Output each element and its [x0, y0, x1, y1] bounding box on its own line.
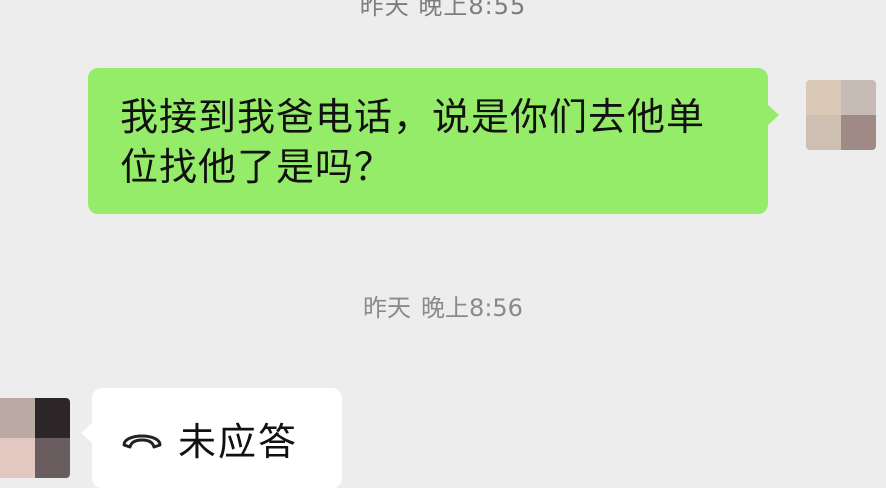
top-timestamp: 昨天 晚上8:55: [359, 0, 527, 20]
outgoing-message-text: 我接到我爸电话，说是你们去他单位找他了是吗？: [120, 95, 706, 189]
chat-area: 昨天 晚上8:55 我接到我爸电话，说是你们去他单位找他了是吗？ 昨天 晚上8:5…: [0, 0, 886, 488]
timestamp-time: 晚上8:56: [421, 294, 523, 322]
timestamp-day: 昨天: [363, 294, 412, 322]
message-timestamp: 昨天 晚上8:56: [0, 288, 886, 323]
outgoing-message-bubble[interactable]: 我接到我爸电话，说是你们去他单位找他了是吗？: [88, 68, 779, 214]
contact-avatar[interactable]: [0, 398, 70, 478]
phone-hangup-icon: [120, 423, 164, 453]
missed-call-label: 未应答: [178, 419, 299, 464]
my-avatar[interactable]: [806, 80, 876, 150]
missed-call-bubble[interactable]: 未应答: [81, 388, 342, 488]
